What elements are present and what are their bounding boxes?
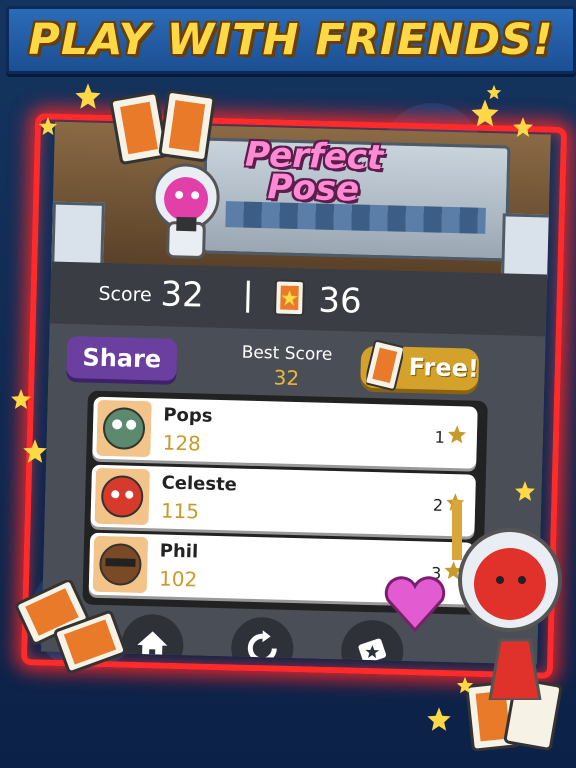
astronaut-character-icon (152, 163, 220, 259)
star-icon (486, 84, 502, 100)
star-icon (471, 99, 499, 127)
tickets-value: 36 (317, 280, 363, 322)
leaderboard-row[interactable]: Celeste 115 2 (90, 464, 476, 537)
player-name: Pops (163, 404, 213, 427)
red-character-icon (452, 500, 562, 700)
star-icon (75, 83, 101, 109)
ticket-stack-icon (109, 90, 216, 165)
pillar-left (51, 201, 105, 269)
ticket-stack-icon (15, 580, 127, 674)
player-rank: 1 (434, 427, 446, 447)
star-icon (515, 481, 535, 501)
pillar-right (501, 213, 551, 281)
game-logo: Perfect Pose (228, 135, 400, 210)
score-label: Score (98, 282, 153, 307)
best-score-label: Best Score (241, 342, 333, 365)
avatar (96, 399, 152, 458)
player-score: 115 (160, 498, 200, 524)
share-button[interactable]: Share (66, 335, 178, 381)
star-icon (427, 707, 451, 731)
star-icon (11, 389, 31, 409)
best-score-value: 32 (273, 365, 300, 391)
free-label: Free! (408, 352, 480, 383)
player-name: Phil (159, 540, 199, 563)
player-score: 102 (158, 566, 198, 592)
heart-icon (384, 576, 446, 633)
ticket-icon (274, 279, 305, 317)
avatar (94, 467, 150, 526)
promo-banner: PLAY WITH FRIENDS! (6, 6, 576, 74)
star-icon (39, 117, 57, 135)
banner-title: PLAY WITH FRIENDS! (28, 15, 554, 65)
score-value: 32 (160, 274, 205, 316)
player-name: Celeste (161, 472, 238, 496)
star-icon (456, 676, 474, 694)
leaderboard-row[interactable]: Pops 128 1 (92, 396, 478, 469)
ticket-icon (358, 638, 387, 664)
star-icon (23, 439, 47, 463)
ticket-icon (366, 340, 404, 391)
rank-star-icon (448, 425, 467, 444)
player-score: 128 (162, 430, 202, 456)
free-tickets-button[interactable]: Free! (360, 340, 480, 391)
star-icon (513, 117, 533, 137)
score-divider (246, 280, 250, 313)
